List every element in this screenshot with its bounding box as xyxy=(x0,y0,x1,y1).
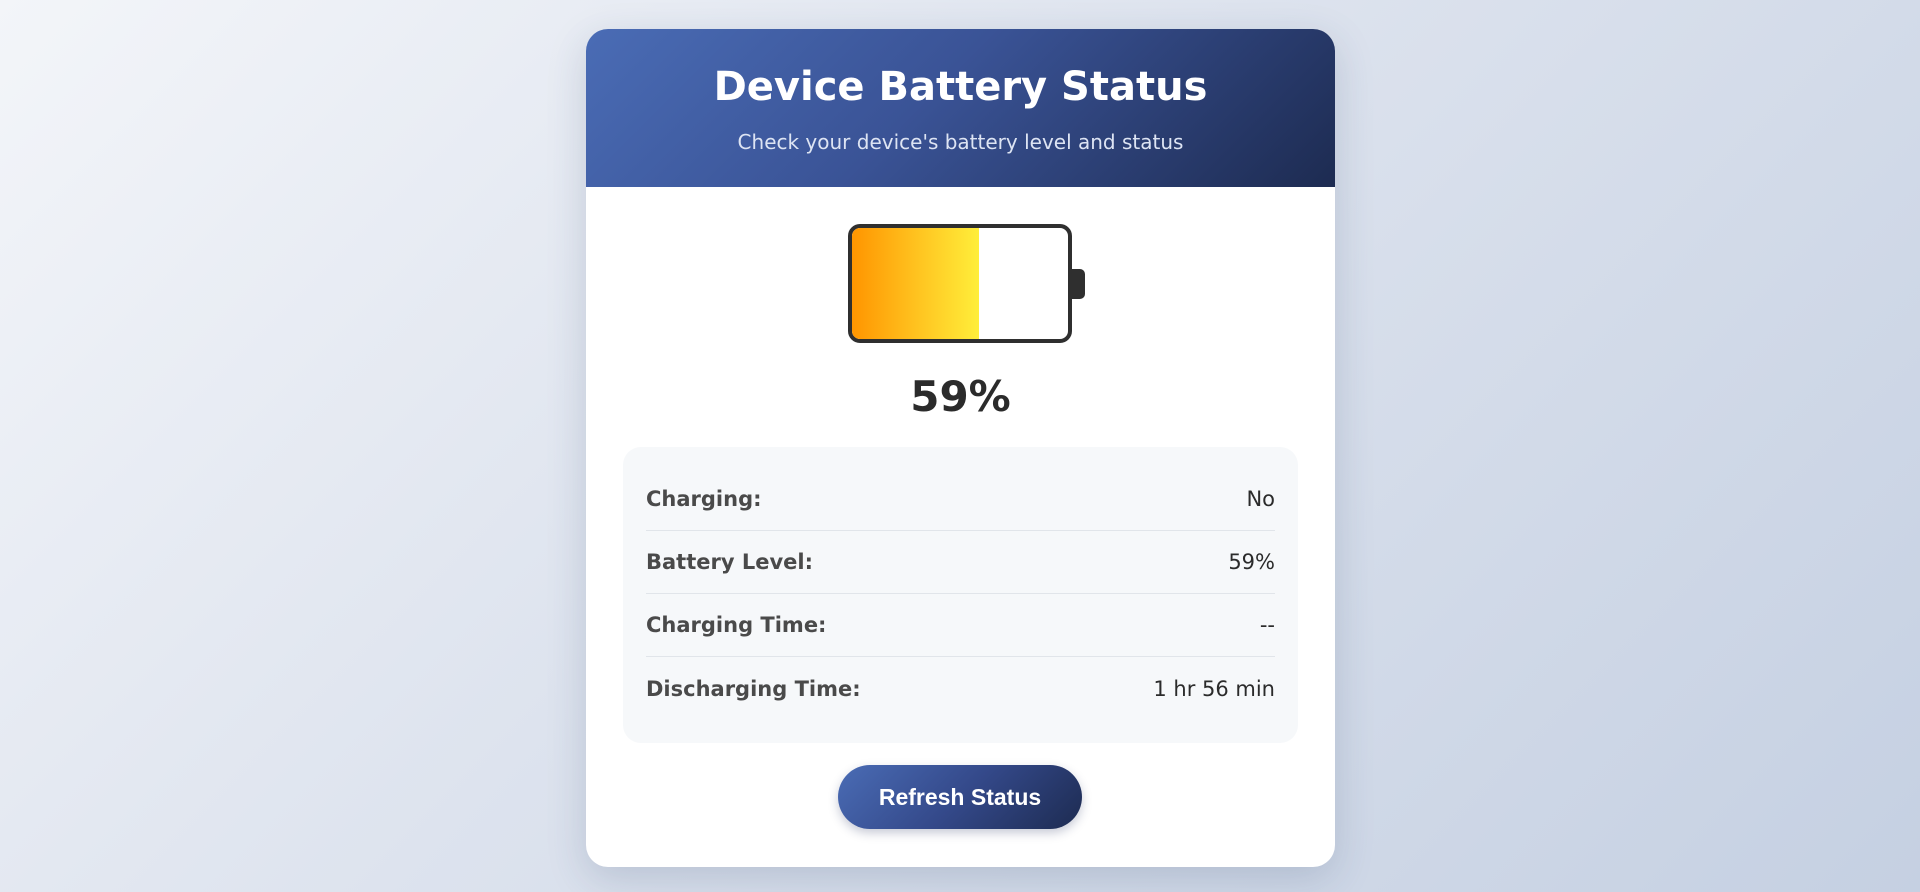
battery-terminal xyxy=(1072,269,1085,299)
detail-label: Discharging Time: xyxy=(646,676,861,701)
detail-value: No xyxy=(1246,487,1275,511)
battery-level-fill xyxy=(852,228,980,339)
refresh-status-button[interactable]: Refresh Status xyxy=(838,765,1082,829)
detail-label: Charging: xyxy=(646,487,762,511)
detail-row-charging-time: Charging Time: -- xyxy=(646,594,1275,657)
battery-status-card: Device Battery Status Check your device'… xyxy=(586,29,1335,867)
detail-label: Battery Level: xyxy=(646,550,814,574)
battery-percent: 59% xyxy=(910,372,1011,421)
detail-label: Charging Time: xyxy=(646,613,827,637)
page-title: Device Battery Status xyxy=(713,64,1208,110)
detail-value: 59% xyxy=(1228,550,1275,574)
detail-row-charging: Charging: No xyxy=(646,468,1275,531)
detail-value: 1 hr 56 min xyxy=(1153,676,1275,701)
battery-icon xyxy=(848,224,1072,343)
card-header: Device Battery Status Check your device'… xyxy=(586,29,1335,187)
detail-row-discharging-time: Discharging Time: 1 hr 56 min xyxy=(646,657,1275,720)
battery-details-panel: Charging: No Battery Level: 59% Charging… xyxy=(623,447,1298,743)
detail-value: -- xyxy=(1259,613,1275,637)
page-subtitle: Check your device's battery level and st… xyxy=(737,130,1184,154)
detail-row-battery-level: Battery Level: 59% xyxy=(646,531,1275,594)
